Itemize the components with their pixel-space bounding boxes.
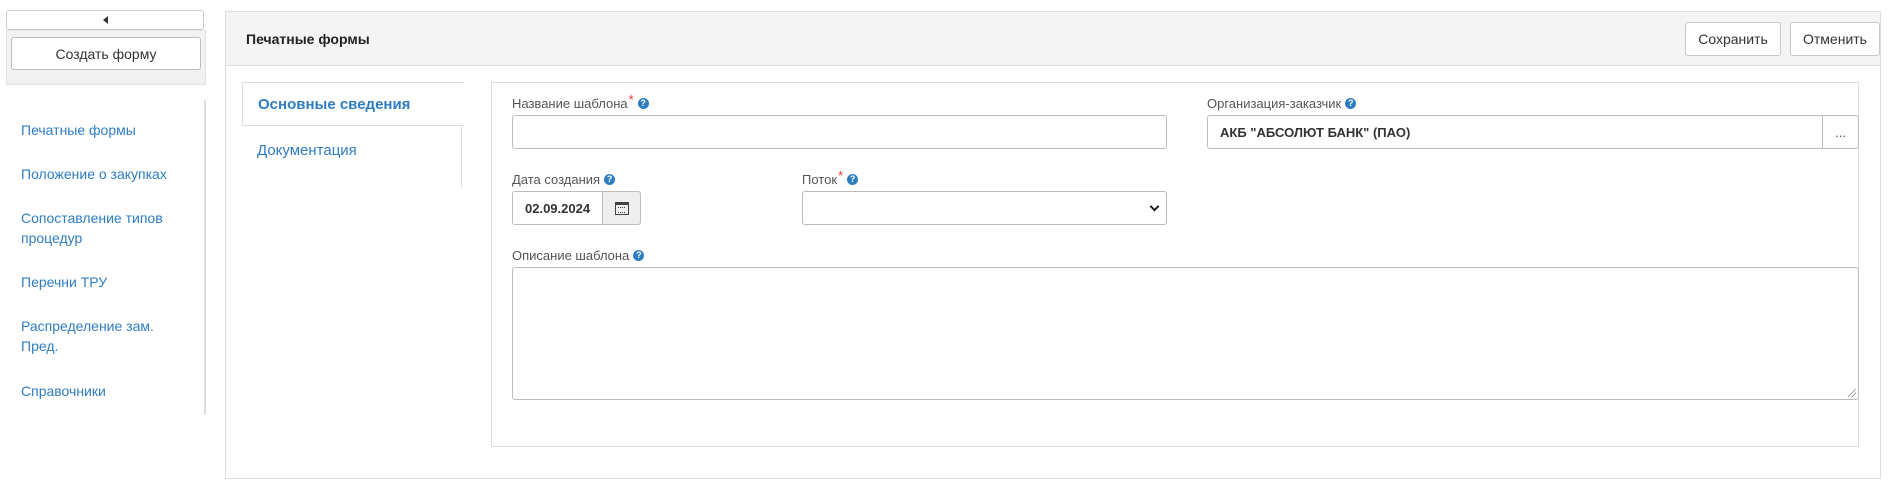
customer-org-field[interactable]: АКБ "АБСОЛЮТ БАНК" (ПАО)	[1207, 115, 1823, 149]
form-container: Название шаблона * ? Организация-заказчи…	[491, 82, 1859, 447]
template-name-input[interactable]	[512, 115, 1167, 149]
sidebar-collapse-button[interactable]	[6, 10, 204, 30]
help-icon[interactable]: ?	[633, 250, 645, 261]
cancel-button[interactable]: Отменить	[1790, 22, 1880, 56]
sidebar-item-tru-lists[interactable]: Перечни ТРУ	[21, 272, 186, 292]
save-button[interactable]: Сохранить	[1685, 22, 1781, 56]
create-form-button[interactable]: Создать форму	[11, 37, 201, 70]
description-label: Описание шаблона ?	[512, 248, 645, 263]
customer-org-browse-button[interactable]: ...	[1822, 115, 1859, 149]
help-icon[interactable]: ?	[637, 98, 649, 109]
required-marker: *	[628, 92, 634, 107]
sidebar-nav: Печатные формы Положение о закупках Сопо…	[6, 100, 206, 415]
calendar-icon	[614, 201, 629, 215]
help-icon[interactable]: ?	[604, 174, 616, 185]
main-panel: Печатные формы Сохранить Отменить Основн…	[225, 11, 1881, 479]
sidebar-item-print-forms[interactable]: Печатные формы	[21, 120, 186, 140]
resize-handle-icon[interactable]	[1848, 389, 1856, 397]
sidebar-item-deputy-distribution[interactable]: Распределение зам. Пред.	[21, 316, 186, 356]
creation-date-input[interactable]: 02.09.2024	[512, 191, 603, 225]
required-marker: *	[838, 168, 844, 183]
sidebar-item-procedure-type-mapping[interactable]: Сопоставление типов процедур	[21, 208, 186, 248]
customer-org-label-text: Организация-заказчик	[1207, 96, 1342, 111]
create-form-container: Создать форму	[6, 30, 206, 85]
tab-list: Основные сведения Документация	[242, 82, 464, 187]
description-label-text: Описание шаблона	[512, 248, 630, 263]
template-name-label-text: Название шаблона	[512, 96, 628, 111]
creation-date-label-text: Дата создания	[512, 172, 601, 187]
flow-label: Поток * ?	[802, 168, 859, 187]
page-title: Печатные формы	[246, 31, 370, 47]
help-icon[interactable]: ?	[1345, 98, 1357, 109]
panel-header: Печатные формы Сохранить Отменить	[226, 12, 1880, 66]
customer-org-label: Организация-заказчик ?	[1207, 96, 1357, 111]
description-textarea[interactable]	[512, 267, 1859, 400]
tab-general-info[interactable]: Основные сведения	[242, 82, 464, 126]
flow-label-text: Поток	[802, 172, 838, 187]
help-icon[interactable]: ?	[847, 174, 859, 185]
creation-date-label: Дата создания ?	[512, 172, 616, 187]
chevron-down-icon	[1149, 201, 1160, 211]
template-name-label: Название шаблона * ?	[512, 92, 649, 111]
tab-documentation[interactable]: Документация	[242, 128, 462, 172]
date-picker-button[interactable]	[602, 191, 641, 225]
chevron-left-icon	[102, 16, 108, 24]
sidebar-item-directories[interactable]: Справочники	[21, 381, 186, 401]
flow-select[interactable]	[802, 191, 1167, 225]
sidebar-item-procurement-regulation[interactable]: Положение о закупках	[21, 164, 186, 184]
